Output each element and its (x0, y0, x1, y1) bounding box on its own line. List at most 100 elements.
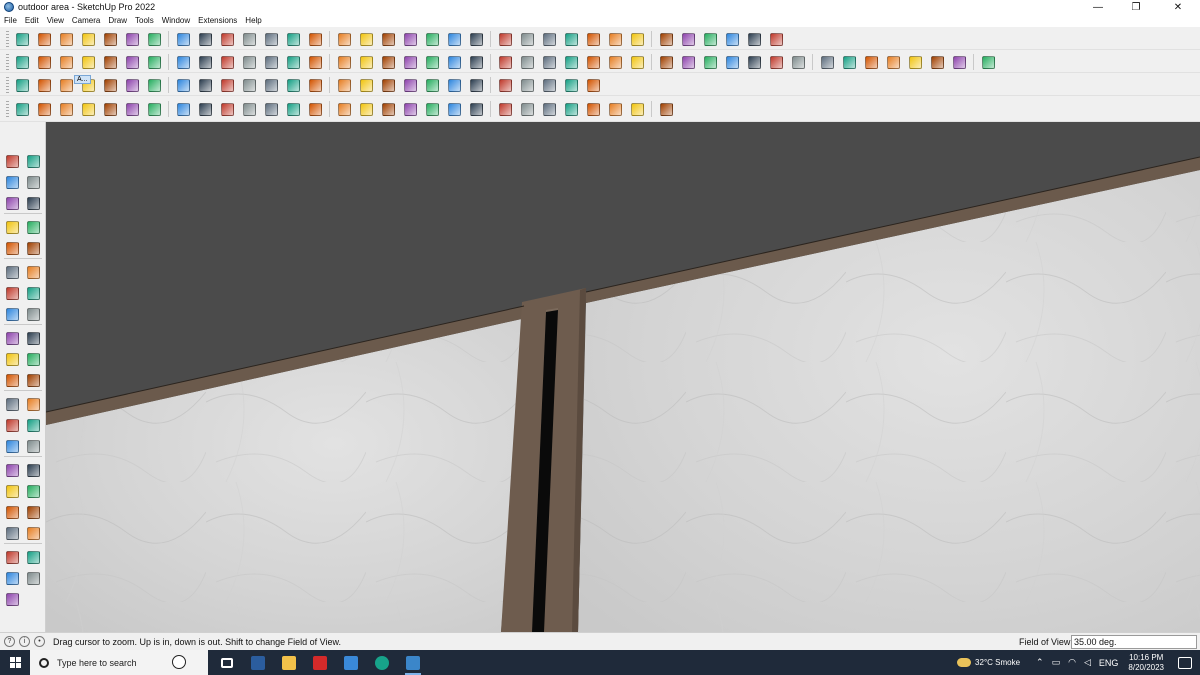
chamfer-button[interactable] (518, 100, 536, 118)
back-view-button[interactable] (679, 53, 697, 71)
arc-3-point-tool[interactable] (24, 305, 42, 323)
offset-button[interactable] (467, 100, 485, 118)
chamfer-button[interactable] (174, 100, 192, 118)
minimize-button[interactable]: — (1080, 0, 1116, 14)
eraser-button[interactable] (562, 53, 580, 71)
trim-button[interactable] (401, 76, 419, 94)
arc-2-point-tool[interactable] (3, 305, 21, 323)
chevron-up-icon[interactable]: ⌃ (1036, 657, 1044, 668)
menu-edit[interactable]: Edit (25, 16, 39, 25)
bottom-view-button[interactable] (145, 53, 163, 71)
zoom-button[interactable] (379, 30, 397, 48)
smoove-button[interactable] (262, 76, 280, 94)
follow-me-button[interactable] (174, 30, 192, 48)
start-button[interactable] (0, 650, 30, 675)
dimension-button[interactable] (357, 100, 375, 118)
line-button[interactable] (79, 30, 97, 48)
hidden-line-button[interactable] (240, 53, 258, 71)
football-icon[interactable] (172, 655, 186, 669)
menu-camera[interactable]: Camera (72, 16, 100, 25)
pan-button[interactable] (357, 30, 375, 48)
orbit-tool[interactable] (24, 152, 42, 170)
section-plane-button[interactable] (540, 30, 558, 48)
revolve-button[interactable] (562, 100, 580, 118)
select-button[interactable] (35, 30, 53, 48)
camera-button[interactable] (518, 30, 536, 48)
menu-file[interactable]: File (4, 16, 17, 25)
dimension-button[interactable] (13, 100, 31, 118)
monochrome-button[interactable] (306, 53, 324, 71)
arc-button[interactable] (745, 30, 763, 48)
polygon-button[interactable] (445, 100, 463, 118)
weather-widget[interactable]: 32°C Smoke (957, 658, 1020, 667)
offset-tool[interactable] (24, 371, 42, 389)
split-button[interactable] (423, 76, 441, 94)
twist-button[interactable] (284, 100, 302, 118)
tape-measure-button[interactable] (262, 30, 280, 48)
calculator-button[interactable] (246, 650, 270, 675)
shape-button[interactable] (123, 30, 141, 48)
union-button[interactable] (357, 76, 375, 94)
add-location-button[interactable] (174, 76, 192, 94)
model-info-button[interactable] (950, 53, 968, 71)
eraser-button[interactable] (701, 30, 719, 48)
offset-button[interactable] (123, 100, 141, 118)
protractor-button[interactable] (35, 100, 53, 118)
wireframe-button[interactable] (218, 53, 236, 71)
axes-tool[interactable] (3, 437, 21, 455)
iso-view-button[interactable] (584, 53, 602, 71)
volume-icon[interactable]: ◁ (1084, 657, 1091, 668)
toolbar-grip[interactable] (6, 54, 9, 70)
xray-button[interactable] (196, 53, 214, 71)
outer-shell-button[interactable] (123, 76, 141, 94)
components-button[interactable] (928, 53, 946, 71)
shape-ellipse-button[interactable] (467, 53, 485, 71)
menu-draw[interactable]: Draw (108, 16, 127, 25)
push-pull-button[interactable] (145, 30, 163, 48)
front-view-button[interactable] (57, 53, 75, 71)
circle-button[interactable] (79, 100, 97, 118)
rotated-rectangle-tool[interactable] (24, 239, 42, 257)
section-plane-tool[interactable] (24, 548, 42, 566)
extrude-button[interactable] (196, 100, 214, 118)
intersect-button[interactable] (145, 76, 163, 94)
rotate-button[interactable] (218, 30, 236, 48)
loft-button[interactable] (240, 100, 258, 118)
protractor-button[interactable] (379, 100, 397, 118)
menu-view[interactable]: View (47, 16, 64, 25)
paint-bucket-button[interactable] (306, 30, 324, 48)
shape-button[interactable] (767, 30, 785, 48)
polygon-tool[interactable] (24, 263, 42, 281)
fillet-button[interactable] (496, 100, 514, 118)
info-icon[interactable]: i (19, 636, 30, 647)
monochrome-button[interactable] (884, 53, 902, 71)
notification-icon[interactable] (1178, 656, 1192, 669)
extrude-button[interactable] (540, 100, 558, 118)
sandbox-button[interactable] (518, 53, 536, 71)
components-tool[interactable] (3, 194, 21, 212)
section-cuts-tool[interactable] (24, 569, 42, 587)
text-button[interactable] (284, 30, 302, 48)
paint-button[interactable] (540, 53, 558, 71)
edit-group-button[interactable] (401, 53, 419, 71)
union-button[interactable] (35, 76, 53, 94)
smoove-button[interactable] (584, 76, 602, 94)
right-view-button[interactable] (657, 53, 675, 71)
top-view-button[interactable] (35, 53, 53, 71)
shape-polygon-button[interactable] (445, 53, 463, 71)
push-pull-tool[interactable] (24, 329, 42, 347)
textured-button[interactable] (284, 53, 302, 71)
sketchup-taskbar-button[interactable] (401, 650, 425, 675)
store-button[interactable] (339, 650, 363, 675)
zoom-button[interactable] (13, 30, 31, 48)
sweep-button[interactable] (606, 100, 624, 118)
right-view-button[interactable] (79, 53, 97, 71)
home-button[interactable] (335, 53, 353, 71)
terrain-button[interactable] (518, 76, 536, 94)
axes-button[interactable] (562, 30, 580, 48)
tag-tool[interactable] (24, 194, 42, 212)
display-sections-tool[interactable] (3, 569, 21, 587)
left-view-button[interactable] (701, 53, 719, 71)
zoom-tool[interactable] (3, 482, 21, 500)
drape-button[interactable] (218, 76, 236, 94)
